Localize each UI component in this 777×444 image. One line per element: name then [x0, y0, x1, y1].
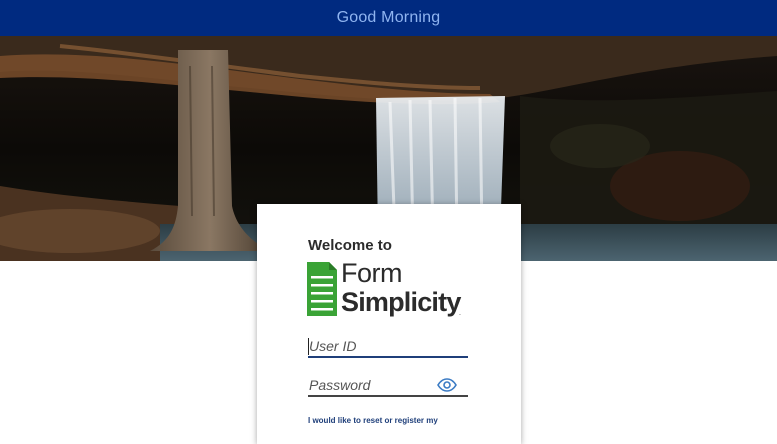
logo-trademark: . [459, 310, 461, 317]
login-card: Welcome to Form Simplicity . I would lik… [257, 204, 521, 444]
top-bar: Good Morning [0, 0, 777, 36]
welcome-heading: Welcome to [308, 237, 392, 254]
eye-icon[interactable] [437, 378, 457, 392]
logo-text-form: Form [341, 258, 403, 288]
form-simplicity-logo: Form Simplicity . [307, 258, 467, 324]
greeting-text: Good Morning [336, 9, 441, 26]
logo-text-simplicity: Simplicity [341, 287, 461, 317]
user-id-input[interactable] [308, 336, 468, 358]
document-icon [307, 262, 337, 316]
text-caret [308, 338, 309, 355]
reset-register-link[interactable]: I would like to reset or register my [308, 416, 438, 425]
